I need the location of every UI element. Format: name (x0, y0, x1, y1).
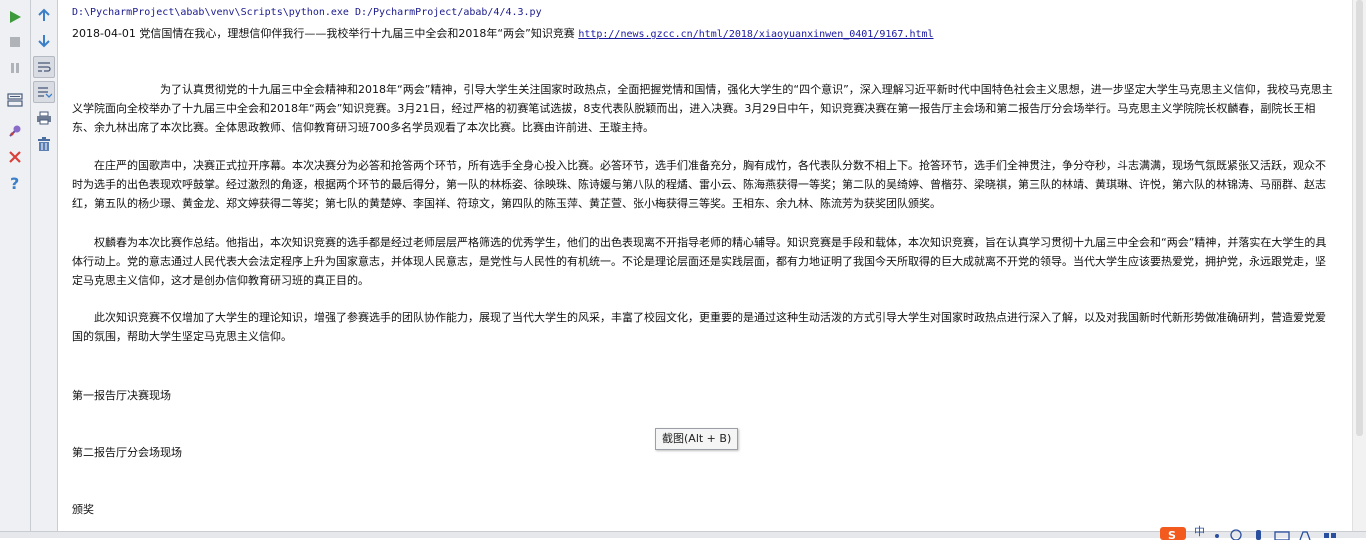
close-button[interactable] (4, 146, 26, 168)
console-output[interactable]: D:\PycharmProject\abab\venv\Scripts\pyth… (58, 0, 1366, 538)
help-icon: ? (8, 175, 22, 191)
paragraph-3: 权麟春为本次比赛作总结。他指出，本次知识竞赛的选手都是经过老师层层严格筛选的优秀… (72, 236, 1327, 287)
run-toolbar: ? (0, 0, 31, 538)
previous-occurrence-button[interactable] (33, 4, 55, 26)
soft-wrap-icon (36, 60, 52, 74)
paragraph-4: 此次知识竞赛不仅增加了大学生的理论知识，增强了参赛选手的团队协作能力，展现了当代… (72, 311, 1326, 343)
restore-layout-button[interactable] (4, 89, 26, 111)
pin-icon (7, 123, 23, 139)
close-icon (8, 150, 22, 164)
scroll-to-end-icon (36, 85, 52, 99)
arrow-up-icon (37, 8, 51, 22)
caption-1: 第一报告厅决赛现场 (72, 389, 171, 402)
stop-button[interactable] (4, 31, 26, 53)
run-button[interactable] (4, 6, 26, 28)
print-button[interactable] (33, 107, 55, 129)
microphone-icon[interactable] (1252, 525, 1266, 540)
pause-button[interactable] (4, 57, 26, 79)
trash-icon (37, 136, 51, 152)
print-icon (36, 111, 52, 125)
soft-wrap-button[interactable] (33, 56, 55, 78)
pin-button[interactable] (4, 120, 26, 142)
console-toolbar (31, 0, 58, 538)
keyboard-icon[interactable] (1274, 525, 1290, 541)
scrollbar-thumb[interactable] (1356, 0, 1363, 436)
skin-icon[interactable] (1298, 525, 1312, 541)
system-tray: S 中 (1160, 525, 1366, 542)
punctuation-icon[interactable] (1212, 525, 1222, 538)
caption-3: 颁奖 (72, 503, 94, 516)
next-occurrence-button[interactable] (33, 30, 55, 52)
vertical-scrollbar[interactable] (1352, 0, 1366, 538)
run-command-line: D:\PycharmProject\abab\venv\Scripts\pyth… (72, 7, 542, 18)
svg-text:?: ? (10, 175, 19, 191)
scroll-to-end-button[interactable] (33, 81, 55, 103)
paragraph-1: 为了认真贯彻党的十九届三中全会精神和2018年“两会”精神，引导大学生关注国家时… (72, 83, 1333, 134)
run-icon (8, 10, 22, 24)
toolbox-icon[interactable] (1322, 525, 1338, 538)
emoji-icon[interactable] (1230, 525, 1242, 541)
help-button[interactable]: ? (4, 172, 26, 194)
ime-mode-label[interactable]: 中 (1194, 525, 1205, 538)
news-header-line: 2018-04-01 党信国情在我心，理想信仰伴我行——我校举行十九届三中全会和… (72, 25, 934, 41)
pause-icon (8, 61, 22, 75)
news-title: 2018-04-01 党信国情在我心，理想信仰伴我行——我校举行十九届三中全会和… (72, 27, 575, 40)
sogou-ime-icon[interactable]: S (1160, 525, 1186, 542)
arrow-down-icon (37, 34, 51, 48)
screenshot-tooltip: 截图(Alt + B) (655, 428, 739, 450)
svg-text:S: S (1168, 529, 1176, 540)
restore-layout-icon (7, 93, 23, 107)
news-url-link[interactable]: http://news.gzcc.cn/html/2018/xiaoyuanxi… (578, 29, 933, 40)
stop-icon (8, 35, 22, 49)
clear-all-button[interactable] (33, 133, 55, 155)
caption-2: 第二报告厅分会场现场 (72, 446, 182, 459)
paragraph-2: 在庄严的国歌声中，决赛正式拉开序幕。本次决赛分为必答和抢答两个环节，所有选手全身… (72, 159, 1326, 210)
